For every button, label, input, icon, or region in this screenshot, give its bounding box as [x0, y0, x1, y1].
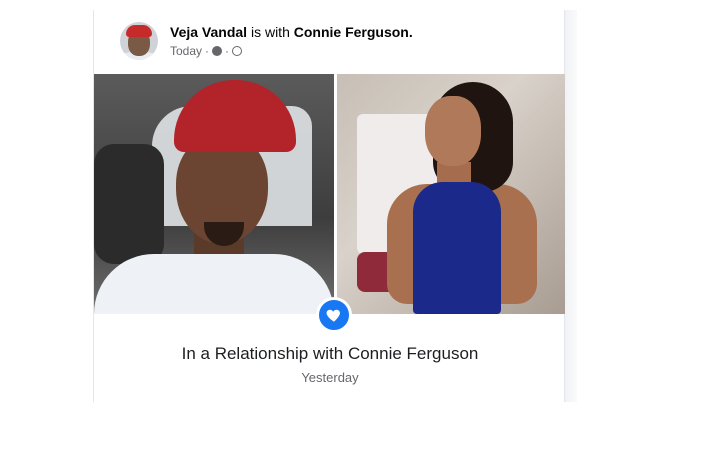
author-avatar[interactable]	[120, 22, 158, 60]
meta-separator-2: ·	[225, 44, 230, 58]
post-card: Veja Vandal is with Connie Ferguson. Tod…	[93, 10, 566, 402]
heart-icon	[326, 309, 340, 322]
clock-icon	[212, 46, 223, 56]
scroll-gutter	[565, 10, 577, 402]
relationship-date: Yesterday	[301, 370, 359, 385]
with-text: is with	[250, 24, 290, 40]
tagged-name[interactable]: Connie Ferguson.	[294, 24, 413, 40]
heart-badge	[316, 297, 352, 333]
car-headrest	[94, 144, 164, 264]
man-shirt	[94, 254, 334, 314]
woman-face	[425, 96, 481, 166]
photo-man[interactable]	[94, 74, 334, 314]
post-header: Veja Vandal is with Connie Ferguson. Tod…	[120, 22, 540, 62]
relationship-status: In a Relationship with Connie Ferguson	[181, 344, 479, 363]
photo-grid	[94, 74, 566, 314]
globe-icon[interactable]	[232, 46, 243, 56]
post-meta: Today · ·	[170, 44, 243, 58]
avatar-hat	[126, 25, 152, 37]
photo-woman[interactable]	[337, 74, 566, 314]
post-time[interactable]: Today	[170, 44, 202, 58]
woman-dress	[413, 182, 501, 314]
man-hat	[174, 80, 296, 152]
author-name[interactable]: Veja Vandal	[170, 24, 247, 40]
meta-separator: ·	[205, 44, 210, 58]
post-title: Veja Vandal is with Connie Ferguson.	[170, 24, 413, 40]
